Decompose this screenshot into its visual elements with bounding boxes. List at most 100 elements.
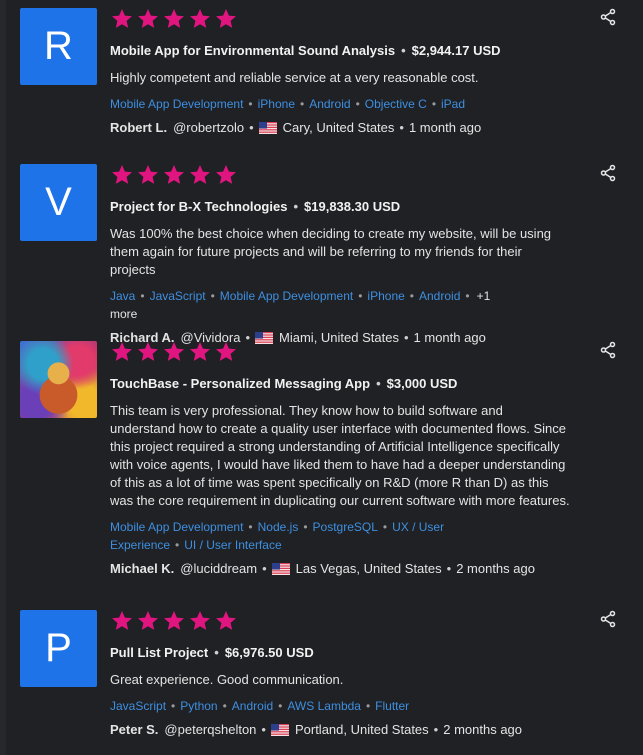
skill-tag[interactable]: UI / User Interface [184,538,281,552]
skill-separator: • [222,699,227,713]
project-title[interactable]: TouchBase - Personalized Messaging App [110,376,370,391]
reviewer-location: Las Vegas, United States [295,561,442,576]
skill-tag[interactable]: Android [419,289,460,303]
skill-separator: • [171,699,176,713]
project-title[interactable]: Pull List Project [110,645,208,660]
star-icon [214,7,238,31]
star-rating [110,163,627,187]
review-comment: Highly competent and reliable service at… [110,70,479,85]
avatar[interactable]: P [20,610,97,687]
skills-list: JavaScript • Python • Android • AWS Lambda • Flu… [110,697,520,715]
star-icon [188,7,212,31]
star-icon [188,340,212,364]
skill-separator: • [355,97,360,111]
review-comment: Great experience. Good communication. [110,672,344,687]
skill-separator: • [465,289,470,303]
review-time: 2 months ago [456,561,535,576]
skill-tag[interactable]: AWS Lambda [287,699,361,713]
skill-tag[interactable]: Node.js [258,520,299,534]
star-icon [136,163,160,187]
skill-tag[interactable]: JavaScript [110,699,166,713]
skill-tag[interactable]: JavaScript [150,289,206,303]
skills-list: Mobile App Development • Node.js • PostgreSQ… [110,518,520,554]
project-amount: $19,838.30 USD [304,199,401,214]
star-rating [110,340,627,364]
skill-separator: • [365,699,371,713]
skill-separator: • [175,538,180,552]
share-icon[interactable] [599,341,617,359]
share-icon[interactable] [599,610,617,628]
star-icon [162,340,186,364]
star-icon [188,609,212,633]
star-icon [110,340,134,364]
star-icon [214,609,238,633]
star-icon [136,7,160,31]
review-card: V Project for B-X Technologies • $19,838.3… [20,163,627,345]
reviewer-handle[interactable]: @peterqshelton [164,721,256,739]
star-icon [188,163,212,187]
project-title-line: Mobile App for Environmental Sound Analy… [110,43,501,58]
star-icon [214,163,238,187]
skill-separator: • [409,289,414,303]
skill-separator: • [303,520,308,534]
skill-separator: • [358,289,363,303]
skill-tag[interactable]: Mobile App Development [110,97,243,111]
reviewer-meta: Michael K. @luciddream • Las Vegas, Unit… [110,560,535,578]
avatar[interactable]: V [20,164,97,241]
star-icon [162,163,186,187]
review-comment: This team is very professional. They kno… [110,403,570,508]
reviewer-location: Portland, United States [294,722,429,737]
skills-list: Mobile App Development • iPhone • Android • Ob… [110,95,520,113]
reviewer-name: Peter S. [110,722,159,737]
skill-separator: • [210,289,215,303]
star-rating [110,609,627,633]
skills-list: Java • JavaScript • Mobile App Development • i… [110,287,520,323]
star-icon [110,7,134,31]
project-title[interactable]: Project for B-X Technologies [110,199,287,214]
reviewer-meta: Robert L. @robertzolo • Cary, United Sta… [110,119,482,137]
star-icon [110,163,134,187]
reviewer-name: Robert L. [110,120,168,135]
skill-tag[interactable]: PostgreSQL [313,520,378,534]
skill-separator: • [248,97,253,111]
skill-tag[interactable]: Android [232,699,273,713]
skill-tag[interactable]: Android [309,97,350,111]
skill-tag[interactable]: Mobile App Development [220,289,353,303]
project-title-line: Project for B-X Technologies • $19,838.30 … [110,199,401,214]
avatar-image[interactable] [20,341,97,418]
star-icon [110,609,134,633]
share-icon[interactable] [599,8,617,26]
star-icon [162,609,186,633]
project-title-line: Pull List Project • $6,976.50 USD [110,645,314,660]
us-flag-icon [271,563,290,575]
skill-separator: • [278,699,283,713]
review-time: 1 month ago [408,120,482,135]
star-rating [110,7,627,31]
skill-tag[interactable]: Mobile App Development [110,520,243,534]
skill-tag[interactable]: Flutter [375,699,409,713]
review-card: R Mobile App for Environmental Sound Ana… [20,8,627,138]
star-icon [214,340,238,364]
skill-tag[interactable]: iPhone [367,289,404,303]
reviewer-handle[interactable]: @robertzolo [173,119,244,137]
skill-separator: • [300,97,305,111]
reviewer-name: Michael K. [110,561,175,576]
us-flag-icon [258,122,277,134]
left-edge [0,0,6,755]
skill-tag[interactable]: Objective C [365,97,427,111]
review-comment: Was 100% the best choice when deciding t… [110,226,552,277]
project-title[interactable]: Mobile App for Environmental Sound Analy… [110,43,395,58]
project-amount: $6,976.50 USD [224,645,314,660]
skill-tag[interactable]: iPad [441,97,465,111]
skill-tag[interactable]: iPhone [258,97,295,111]
avatar[interactable]: R [20,8,97,85]
us-flag-icon [270,724,289,736]
review-card: P Pull List Project • $6,976.50 USD Great … [20,610,627,740]
reviewer-handle[interactable]: @luciddream [180,560,257,578]
skill-tag[interactable]: Python [180,699,217,713]
skill-separator: • [382,520,388,534]
share-icon[interactable] [599,164,617,182]
project-amount: $2,944.17 USD [411,43,501,58]
skill-separator: • [140,289,145,303]
skill-tag[interactable]: Java [110,289,135,303]
